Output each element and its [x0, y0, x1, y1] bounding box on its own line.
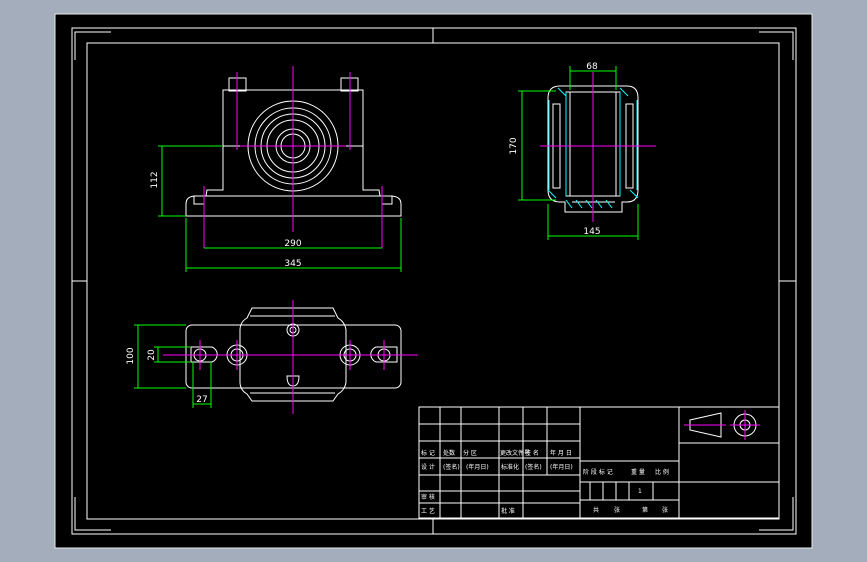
tb-row2-sign: (签名) — [443, 463, 460, 471]
tb-row2-design: 设 计 — [421, 463, 435, 471]
tb-row1-marker: 标 记 — [421, 449, 435, 457]
dim-top-slot-offset: 27 — [196, 395, 207, 405]
dim-side-width-top: 68 — [586, 62, 598, 72]
dim-side-height: 170 — [509, 137, 519, 154]
tb-scale-mark: 1 — [638, 488, 642, 495]
tb-row4-approve: 批 准 — [501, 507, 515, 515]
tb-stage-marks: 阶 段 标 记 — [583, 468, 613, 476]
tb-footer-sheets: 张 — [614, 506, 620, 514]
tb-row1-sign: 签 名 — [525, 449, 539, 457]
tb-row1-count: 处数 — [443, 449, 455, 457]
dim-top-slot-width: 20 — [147, 349, 157, 361]
dim-side-width-bottom: 145 — [583, 227, 600, 237]
dim-front-bolt-spacing: 290 — [284, 239, 301, 249]
tb-row2-sign2: (签名) — [525, 463, 542, 471]
tb-weight: 重 量 — [631, 468, 645, 476]
cad-drawing-sheet: 112 290 345 68 170 145 100 20 27 标 记 处数 … — [54, 13, 813, 549]
tb-footer-sheets2: 张 — [662, 506, 668, 514]
tb-row1-zone: 分 区 — [463, 449, 477, 457]
tb-row4-process: 工 艺 — [421, 507, 435, 515]
tb-footer-total: 共 — [593, 506, 599, 514]
dim-front-total-width: 345 — [284, 259, 301, 269]
tb-row2-date2: (年月日) — [550, 463, 573, 471]
tb-scale: 比 例 — [655, 468, 669, 476]
tb-row2-date: (年月日) — [466, 463, 489, 471]
tb-row2-standard: 标准化 — [501, 463, 519, 471]
dim-top-depth: 100 — [126, 347, 136, 364]
tb-footer-sheet-no: 第 — [642, 506, 648, 514]
tb-row3-review: 审 核 — [421, 493, 435, 501]
tb-row1-date: 年 月 日 — [550, 449, 572, 457]
dim-front-height: 112 — [150, 171, 160, 188]
